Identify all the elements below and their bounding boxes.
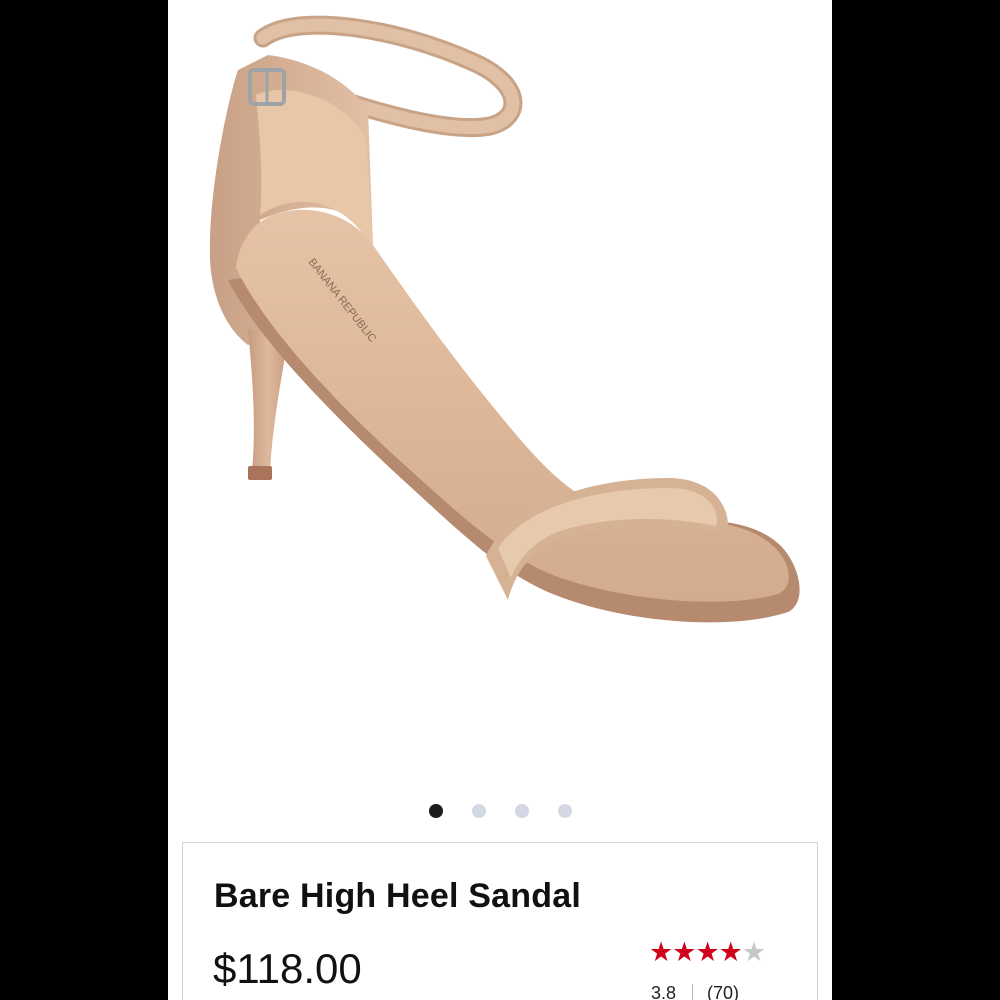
star-empty-icon: ★ <box>741 937 766 967</box>
product-image[interactable]: BANANA REPUBLIC <box>168 0 832 790</box>
image-carousel-dots <box>168 804 832 818</box>
star-filled-icon: ★ <box>649 937 673 967</box>
rating-value: 3.8 <box>651 983 677 1000</box>
star-filled-icon: ★ <box>672 937 696 967</box>
carousel-dot[interactable] <box>557 804 572 818</box>
product-screen: BANANA REPUBLIC Bare High Heel Sandal $1… <box>168 0 832 1000</box>
rating-summary[interactable]: 3.8 (70) <box>651 983 739 1000</box>
review-count[interactable]: (70) <box>707 983 739 1000</box>
star-filled-icon: ★ <box>695 937 719 967</box>
carousel-dot[interactable] <box>428 804 443 818</box>
product-title: Bare High Heel Sandal <box>214 877 581 915</box>
sandal-illustration: BANANA REPUBLIC <box>209 15 800 623</box>
star-filled-icon: ★ <box>718 937 743 967</box>
product-price: $118.00 <box>213 945 362 992</box>
rating-stars[interactable]: ★★★★★ <box>649 937 766 967</box>
rating-divider <box>692 984 694 1000</box>
carousel-dot[interactable] <box>471 804 486 818</box>
carousel-dot[interactable] <box>514 804 529 818</box>
product-info-card: Bare High Heel Sandal $118.00 ★★★★★ 3.8(… <box>182 842 818 1000</box>
